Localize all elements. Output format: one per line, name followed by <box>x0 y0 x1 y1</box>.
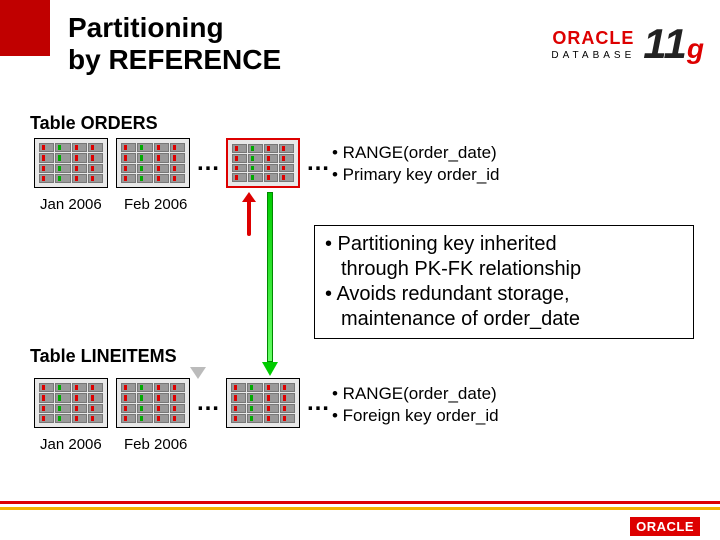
orders-bullet-1: • RANGE(order_date) <box>332 142 500 164</box>
slide-accent-block <box>0 0 50 56</box>
database-wordmark: DATABASE <box>551 50 635 61</box>
lineitems-partition-jan <box>34 378 108 428</box>
fk-to-pk-arrow-icon <box>244 192 254 232</box>
partition-inherit-arrow-icon <box>262 192 278 376</box>
lineitems-bullet-1: • RANGE(order_date) <box>332 383 499 405</box>
version-number: 11 <box>643 20 687 68</box>
lineitems-partition-target <box>226 378 300 428</box>
inherit-callout-box: • Partitioning key inherited through PK-… <box>314 225 694 339</box>
lineitems-month-feb: Feb 2006 <box>124 436 187 453</box>
inherit-line-2: through PK-FK relationship <box>325 257 683 282</box>
lineitems-partitions-row: … … <box>34 378 336 428</box>
lineitems-bullets: • RANGE(order_date) • Foreign key order_… <box>332 383 499 427</box>
orders-table-label: Table ORDERS <box>30 113 158 134</box>
footer-red-bar <box>0 501 720 504</box>
orders-month-feb: Feb 2006 <box>124 196 187 213</box>
title-line-2: by REFERENCE <box>68 44 281 76</box>
lineitems-ellipsis-2: … <box>306 389 330 417</box>
oracle-wordmark: ORACLE <box>552 28 634 49</box>
slide-title: Partitioning by REFERENCE <box>68 12 281 76</box>
orders-month-jan: Jan 2006 <box>40 196 102 213</box>
lineitems-ellipsis-1: … <box>196 389 220 417</box>
oracle-11g-logo: ORACLE DATABASE 11 g <box>551 20 704 68</box>
version-suffix: g <box>687 33 704 65</box>
orders-ellipsis-1: … <box>196 149 220 177</box>
lineitems-table-label: Table LINEITEMS <box>30 346 177 367</box>
oracle-footer-logo: ORACLE <box>630 517 700 536</box>
version-11g: 11 g <box>643 20 704 68</box>
orders-partition-feb <box>116 138 190 188</box>
footer-gold-bar <box>0 507 720 510</box>
orders-partition-jan <box>34 138 108 188</box>
inherit-line-4: maintenance of order_date <box>325 307 683 332</box>
lineitems-bullet-2: • Foreign key order_id <box>332 405 499 427</box>
orders-partition-target <box>226 138 300 188</box>
lineitems-month-jan: Jan 2006 <box>40 436 102 453</box>
orders-bullet-2: • Primary key order_id <box>332 164 500 186</box>
lineitems-partition-feb <box>116 378 190 428</box>
inherit-line-3: • Avoids redundant storage, <box>325 282 683 307</box>
title-line-1: Partitioning <box>68 12 281 44</box>
oracle-database-label: ORACLE DATABASE <box>551 28 635 61</box>
orders-bullets: • RANGE(order_date) • Primary key order_… <box>332 142 500 186</box>
orders-ellipsis-2: … <box>306 149 330 177</box>
orders-partitions-row: … … <box>34 138 336 188</box>
inherit-line-1: • Partitioning key inherited <box>325 232 683 257</box>
